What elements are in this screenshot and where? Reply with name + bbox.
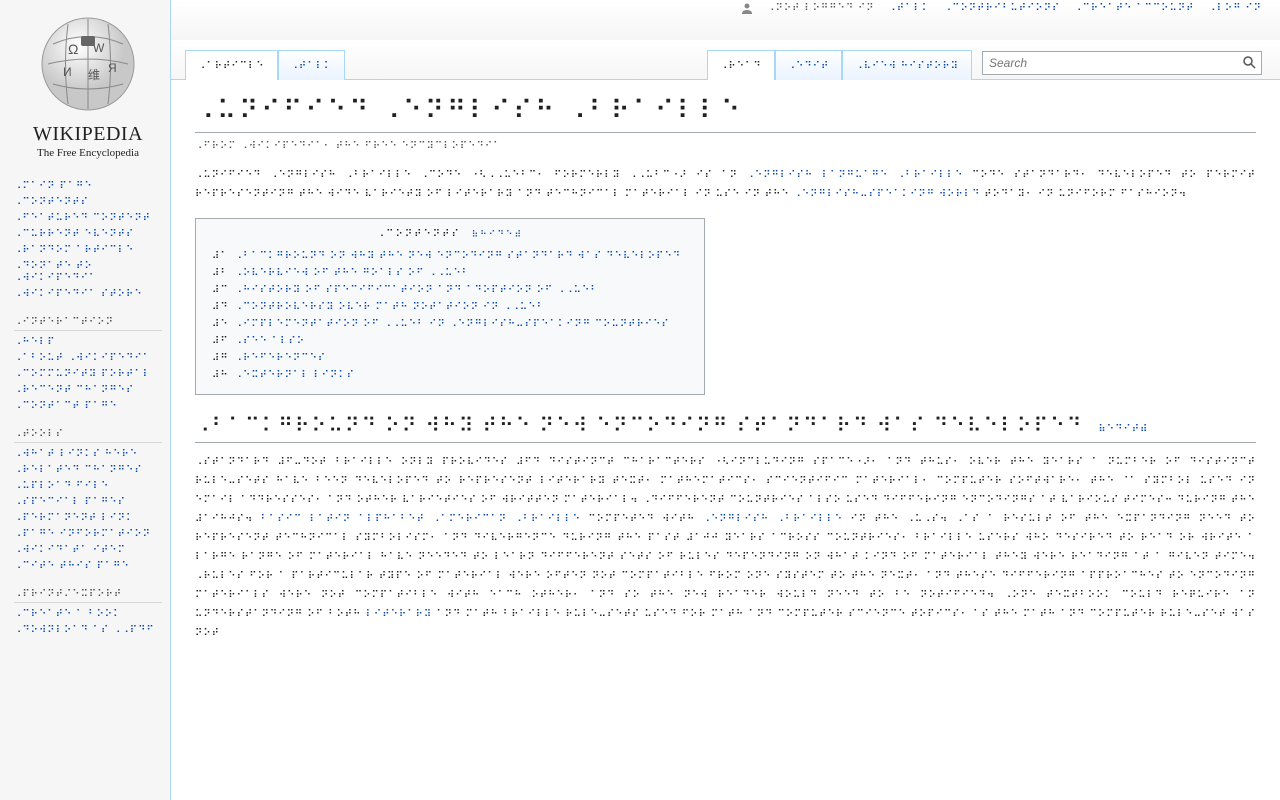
nav-item[interactable]: ⠠⠉⠕⠍⠍⠥⠝⠊⠞⠽ ⠏⠕⠗⠞⠁⠇ [14, 367, 162, 383]
toc-item[interactable]: ⠼⠙⠠⠉⠕⠝⠞⠗⠕⠧⠑⠗⠎⠽ ⠕⠧⠑⠗ ⠍⠁⠞⠓ ⠝⠕⠞⠁⠞⠊⠕⠝ ⠊⠝ ⠠⠠⠥… [212, 299, 688, 316]
tab-article[interactable]: ⠠⠁⠗⠞⠊⠉⠇⠑ [185, 50, 278, 80]
nav-item[interactable]: ⠠⠏⠁⠛⠑ ⠊⠝⠋⠕⠗⠍⠁⠞⠊⠕⠝ [14, 527, 162, 543]
nav-head-print: ⠠⠏⠗⠊⠝⠞⠌⠑⠭⠏⠕⠗⠞ [14, 585, 162, 603]
svg-text:И: И [63, 65, 72, 79]
tab-read[interactable]: ⠠⠗⠑⠁⠙ [707, 50, 775, 80]
nav-item[interactable]: ⠠⠙⠕⠺⠝⠇⠕⠁⠙ ⠁⠎ ⠠⠠⠏⠙⠋ [14, 623, 162, 639]
toc-head: ⠠⠉⠕⠝⠞⠑⠝⠞⠎ ⠷⠓⠊⠙⠑⠾ [212, 229, 688, 240]
nav-item[interactable]: ⠠⠁⠃⠕⠥⠞ ⠠⠺⠊⠅⠊⠏⠑⠙⠊⠁ [14, 351, 162, 367]
toc-item[interactable]: ⠼⠓⠠⠑⠭⠞⠑⠗⠝⠁⠇ ⠇⠊⠝⠅⠎ [212, 367, 688, 384]
nav-item[interactable]: ⠠⠉⠊⠞⠑ ⠞⠓⠊⠎ ⠏⠁⠛⠑ [14, 559, 162, 575]
user-links: ⠠⠝⠕⠞ ⠇⠕⠛⠛⠑⠙ ⠊⠝ ⠠⠞⠁⠇⠅ ⠠⠉⠕⠝⠞⠗⠊⠃⠥⠞⠊⠕⠝⠎ ⠠⠉⠗⠑… [741, 2, 1262, 14]
nav-item[interactable]: ⠠⠋⠑⠁⠞⠥⠗⠑⠙ ⠉⠕⠝⠞⠑⠝⠞ [14, 211, 162, 227]
toc: ⠠⠉⠕⠝⠞⠑⠝⠞⠎ ⠷⠓⠊⠙⠑⠾ ⠼⠁⠠⠃⠁⠉⠅⠛⠗⠕⠥⠝⠙ ⠕⠝ ⠺⠓⠽ ⠞⠓… [195, 218, 705, 395]
link-english-speaking-world[interactable]: ⠠⠑⠝⠛⠇⠊⠎⠓⠤⠎⠏⠑⠁⠅⠊⠝⠛ ⠺⠕⠗⠇⠙ [794, 189, 981, 200]
toc-item[interactable]: ⠼⠃⠠⠕⠧⠑⠗⠧⠊⠑⠺ ⠕⠋ ⠞⠓⠑ ⠛⠕⠁⠇⠎ ⠕⠋ ⠠⠠⠥⠑⠃ [212, 265, 688, 282]
toc-item[interactable]: ⠼⠛⠠⠗⠑⠋⠑⠗⠑⠝⠉⠑⠎ [212, 350, 688, 367]
search-input[interactable] [983, 53, 1237, 73]
nav-item[interactable]: ⠠⠗⠁⠝⠙⠕⠍ ⠁⠗⠞⠊⠉⠇⠑ [14, 243, 162, 259]
nav-item[interactable]: ⠠⠉⠥⠗⠗⠑⠝⠞ ⠑⠧⠑⠝⠞⠎ [14, 227, 162, 243]
intro-paragraph: ⠠⠥⠝⠊⠋⠊⠑⠙ ⠠⠑⠝⠛⠇⠊⠎⠓ ⠠⠃⠗⠁⠊⠇⠇⠑ ⠠⠉⠕⠙⠑ ⠐⠣⠠⠠⠥⠑⠃… [195, 166, 1256, 204]
nav-item[interactable]: ⠠⠺⠊⠅⠊⠏⠑⠙⠊⠁ ⠎⠞⠕⠗⠑ [14, 287, 162, 303]
toc-item[interactable]: ⠼⠁⠠⠃⠁⠉⠅⠛⠗⠕⠥⠝⠙ ⠕⠝ ⠺⠓⠽ ⠞⠓⠑ ⠝⠑⠺ ⠑⠝⠉⠕⠙⠊⠝⠛ ⠎⠞… [212, 248, 688, 265]
tab-talk[interactable]: ⠠⠞⠁⠇⠅ [278, 50, 346, 80]
nav-main: ⠠⠍⠁⠊⠝ ⠏⠁⠛⠑⠠⠉⠕⠝⠞⠑⠝⠞⠎⠠⠋⠑⠁⠞⠥⠗⠑⠙ ⠉⠕⠝⠞⠑⠝⠞⠠⠉⠥⠗… [14, 179, 162, 303]
nav-item[interactable]: ⠠⠉⠕⠝⠞⠁⠉⠞ ⠏⠁⠛⠑ [14, 399, 162, 415]
svg-text:维: 维 [88, 68, 100, 82]
main: ⠠⠝⠕⠞ ⠇⠕⠛⠛⠑⠙ ⠊⠝ ⠠⠞⠁⠇⠅ ⠠⠉⠕⠝⠞⠗⠊⠃⠥⠞⠊⠕⠝⠎ ⠠⠉⠗⠑… [170, 0, 1280, 800]
sidebar: Ω W И 维 Я WIKIPEDIA The Free Encyclopedi… [0, 0, 170, 800]
nav-item[interactable]: ⠠⠥⠏⠇⠕⠁⠙ ⠋⠊⠇⠑ [14, 479, 162, 495]
link-english-language[interactable]: ⠠⠑⠝⠛⠇⠊⠎⠓ ⠇⠁⠝⠛⠥⠁⠛⠑ [747, 170, 889, 181]
nav-item[interactable]: ⠠⠉⠕⠝⠞⠑⠝⠞⠎ [14, 195, 162, 211]
nav-item[interactable]: ⠠⠏⠑⠗⠍⠁⠝⠑⠝⠞ ⠇⠊⠝⠅ [14, 511, 162, 527]
link-english-braille[interactable]: ⠠⠑⠝⠛⠇⠊⠎⠓ ⠠⠃⠗⠁⠊⠇⠇⠑ [703, 514, 843, 525]
link-literary[interactable]: ⠇⠊⠞⠑⠗⠁⠗⠽ [366, 609, 433, 620]
body-paragraph: ⠠⠎⠞⠁⠝⠙⠁⠗⠙ ⠼⠋⠤⠙⠕⠞ ⠃⠗⠁⠊⠇⠇⠑ ⠕⠝⠇⠽ ⠏⠗⠕⠧⠊⠙⠑⠎ ⠼… [195, 453, 1256, 643]
nav-item[interactable]: ⠠⠺⠓⠁⠞ ⠇⠊⠝⠅⠎ ⠓⠑⠗⠑ [14, 447, 162, 463]
logo[interactable]: Ω W И 维 Я WIKIPEDIA The Free Encyclopedi… [14, 8, 162, 169]
link-american-braille[interactable]: ⠠⠁⠍⠑⠗⠊⠉⠁⠝ ⠠⠃⠗⠁⠊⠇⠇⠑ [432, 514, 581, 525]
svg-text:Ω: Ω [68, 41, 78, 57]
user-talk-link[interactable]: ⠠⠞⠁⠇⠅ [888, 3, 930, 14]
tabs-row: ⠠⠁⠗⠞⠊⠉⠇⠑ ⠠⠞⠁⠇⠅ ⠠⠗⠑⠁⠙ ⠠⠑⠙⠊⠞ ⠠⠧⠊⠑⠺ ⠓⠊⠎⠞⠕⠗⠽ [171, 40, 1280, 80]
nav-interaction: ⠠⠊⠝⠞⠑⠗⠁⠉⠞⠊⠕⠝ ⠠⠓⠑⠇⠏⠠⠁⠃⠕⠥⠞ ⠠⠺⠊⠅⠊⠏⠑⠙⠊⠁⠠⠉⠕⠍⠍… [14, 313, 162, 415]
toc-item[interactable]: ⠼⠉⠠⠓⠊⠎⠞⠕⠗⠽ ⠕⠋ ⠎⠏⠑⠉⠊⠋⠊⠉⠁⠞⠊⠕⠝ ⠁⠝⠙ ⠁⠙⠕⠏⠞⠊⠕⠝… [212, 282, 688, 299]
nav-item[interactable]: ⠠⠺⠊⠅⠊⠙⠁⠞⠁ ⠊⠞⠑⠍ [14, 543, 162, 559]
nav-item[interactable]: ⠠⠙⠕⠝⠁⠞⠑ ⠞⠕ ⠠⠺⠊⠅⠊⠏⠑⠙⠊⠁ [14, 259, 162, 287]
link-braille[interactable]: ⠠⠃⠗⠁⠊⠇⠇⠑ [897, 170, 964, 181]
nav-item[interactable]: ⠠⠗⠑⠉⠑⠝⠞ ⠉⠓⠁⠝⠛⠑⠎ [14, 383, 162, 399]
nav-head-interaction: ⠠⠊⠝⠞⠑⠗⠁⠉⠞⠊⠕⠝ [14, 313, 162, 331]
nav-item[interactable]: ⠠⠗⠑⠇⠁⠞⠑⠙ ⠉⠓⠁⠝⠛⠑⠎ [14, 463, 162, 479]
section-heading: ⠠⠃⠁⠉⠅⠛⠗⠕⠥⠝⠙ ⠕⠝ ⠺⠓⠽ ⠞⠓⠑ ⠝⠑⠺ ⠑⠝⠉⠕⠙⠊⠝⠛ ⠎⠞⠁⠝… [195, 413, 1256, 443]
page-title: ⠠⠥⠝⠊⠋⠊⠑⠙ ⠠⠑⠝⠛⠇⠊⠎⠓ ⠠⠃⠗⠁⠊⠇⠇⠑ [195, 96, 1256, 133]
link-basic-latin[interactable]: ⠃⠁⠎⠊⠉ ⠇⠁⠞⠊⠝ ⠁⠇⠏⠓⠁⠃⠑⠞ [261, 514, 425, 525]
toc-item[interactable]: ⠼⠋⠠⠎⠑⠑ ⠁⠇⠎⠕ [212, 333, 688, 350]
tab-edit[interactable]: ⠠⠑⠙⠊⠞ [775, 50, 843, 80]
section-edit-link[interactable]: ⠷⠑⠙⠊⠞⠾ [1098, 424, 1148, 435]
login-link[interactable]: ⠠⠇⠕⠛ ⠊⠝ [1208, 3, 1262, 14]
nav-item[interactable]: ⠠⠓⠑⠇⠏ [14, 335, 162, 351]
tab-history[interactable]: ⠠⠧⠊⠑⠺ ⠓⠊⠎⠞⠕⠗⠽ [842, 50, 972, 80]
site-name: WIKIPEDIA [14, 123, 162, 146]
user-contributions-link[interactable]: ⠠⠉⠕⠝⠞⠗⠊⠃⠥⠞⠊⠕⠝⠎ [944, 3, 1061, 14]
nav-head-tools: ⠠⠞⠕⠕⠇⠎ [14, 425, 162, 443]
nav-item[interactable]: ⠠⠎⠏⠑⠉⠊⠁⠇ ⠏⠁⠛⠑⠎ [14, 495, 162, 511]
user-icon [741, 2, 753, 14]
from-line: ⠠⠋⠗⠕⠍ ⠠⠺⠊⠅⠊⠏⠑⠙⠊⠁⠂ ⠞⠓⠑ ⠋⠗⠑⠑ ⠑⠝⠉⠽⠉⠇⠕⠏⠑⠙⠊⠁ [195, 141, 1256, 152]
topbar: ⠠⠝⠕⠞ ⠇⠕⠛⠛⠑⠙ ⠊⠝ ⠠⠞⠁⠇⠅ ⠠⠉⠕⠝⠞⠗⠊⠃⠥⠞⠊⠕⠝⠎ ⠠⠉⠗⠑… [171, 0, 1280, 40]
search-icon[interactable] [1237, 55, 1261, 72]
create-account-link[interactable]: ⠠⠉⠗⠑⠁⠞⠑ ⠁⠉⠉⠕⠥⠝⠞ [1074, 3, 1194, 14]
toc-hide-link[interactable]: ⠷⠓⠊⠙⠑⠾ [472, 229, 524, 239]
svg-text:Я: Я [108, 61, 117, 75]
nav-item[interactable]: ⠠⠍⠁⠊⠝ ⠏⠁⠛⠑ [14, 179, 162, 195]
nav-item[interactable]: ⠠⠉⠗⠑⠁⠞⠑ ⠁ ⠃⠕⠕⠅ [14, 607, 162, 623]
site-tagline: The Free Encyclopedia [14, 147, 162, 159]
toc-item[interactable]: ⠼⠑⠠⠊⠍⠏⠇⠑⠍⠑⠝⠞⠁⠞⠊⠕⠝ ⠕⠋ ⠠⠠⠥⠑⠃ ⠊⠝ ⠠⠑⠝⠛⠇⠊⠎⠓⠤⠎… [212, 316, 688, 333]
not-logged-in: ⠠⠝⠕⠞ ⠇⠕⠛⠛⠑⠙ ⠊⠝ [767, 3, 874, 14]
search-box[interactable] [982, 51, 1262, 75]
nav-print: ⠠⠏⠗⠊⠝⠞⠌⠑⠭⠏⠕⠗⠞ ⠠⠉⠗⠑⠁⠞⠑ ⠁ ⠃⠕⠕⠅⠠⠙⠕⠺⠝⠇⠕⠁⠙ ⠁⠎… [14, 585, 162, 639]
content: ⠠⠥⠝⠊⠋⠊⠑⠙ ⠠⠑⠝⠛⠇⠊⠎⠓ ⠠⠃⠗⠁⠊⠇⠇⠑ ⠠⠋⠗⠕⠍ ⠠⠺⠊⠅⠊⠏⠑… [171, 80, 1280, 800]
wikipedia-globe-icon: Ω W И 维 Я [33, 14, 143, 114]
nav-tools: ⠠⠞⠕⠕⠇⠎ ⠠⠺⠓⠁⠞ ⠇⠊⠝⠅⠎ ⠓⠑⠗⠑⠠⠗⠑⠇⠁⠞⠑⠙ ⠉⠓⠁⠝⠛⠑⠎⠠… [14, 425, 162, 575]
